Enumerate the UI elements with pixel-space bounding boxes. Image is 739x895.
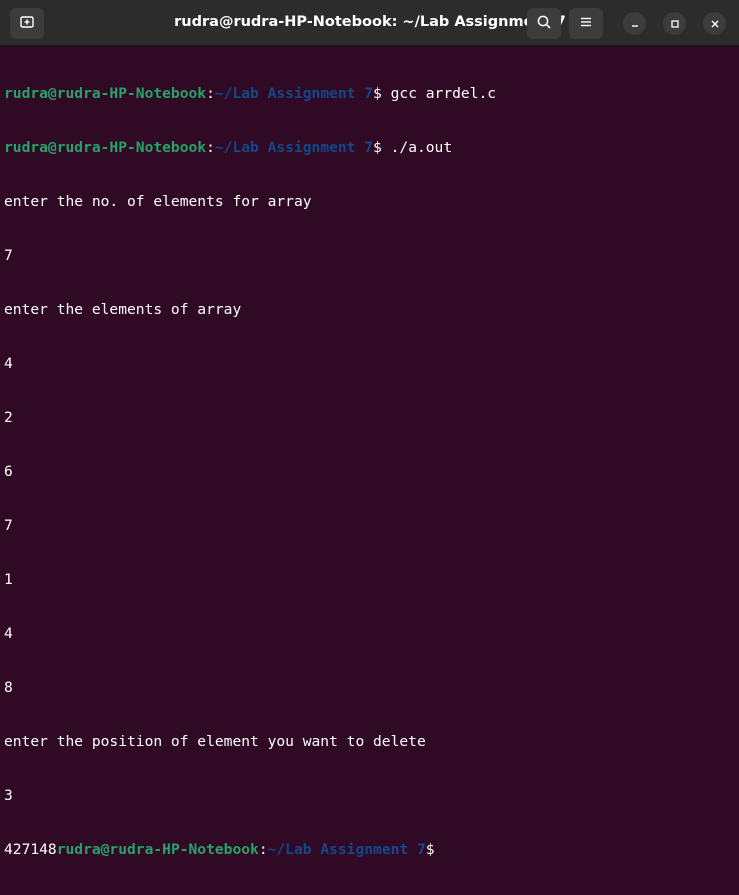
minimize-button[interactable] <box>623 12 646 35</box>
prompt-line: 427148rudra@rudra-HP-Notebook:~/Lab Assi… <box>4 841 739 859</box>
hamburger-menu-icon <box>579 14 593 33</box>
maximize-icon <box>670 14 680 33</box>
output-line: 7 <box>4 247 13 264</box>
output-line: 6 <box>4 463 13 480</box>
output-line: 1 <box>4 571 13 588</box>
terminal-area[interactable]: rudra@rudra-HP-Notebook:~/Lab Assignment… <box>0 47 739 858</box>
maximize-button[interactable] <box>663 12 686 35</box>
prompt-user: rudra@rudra-HP-Notebook <box>4 85 207 102</box>
new-tab-button[interactable] <box>10 8 44 39</box>
close-button[interactable] <box>703 12 726 35</box>
prompt-symbol: $ <box>425 841 435 858</box>
prompt-user: rudra@rudra-HP-Notebook <box>4 139 207 156</box>
terminal-window: rudra@rudra-HP-Notebook: ~/Lab Assignmen… <box>0 0 739 858</box>
prompt-user: rudra@rudra-HP-Notebook <box>56 841 259 858</box>
prompt-path: ~/Lab Assignment 7 <box>267 841 426 858</box>
prompt-path: ~/Lab Assignment 7 <box>214 85 374 102</box>
prompt-separator: : <box>206 85 215 102</box>
output-line: 2 <box>4 409 13 426</box>
program-output: 427148 <box>4 841 57 858</box>
output-line: enter the position of element you want t… <box>4 733 426 750</box>
minimize-icon <box>630 14 640 33</box>
prompt-line: rudra@rudra-HP-Notebook:~/Lab Assignment… <box>4 85 739 103</box>
close-icon <box>710 14 720 33</box>
prompt-line: rudra@rudra-HP-Notebook:~/Lab Assignment… <box>4 139 739 157</box>
prompt-separator: : <box>206 139 215 156</box>
command-text: gcc arrdel.c <box>390 85 497 102</box>
new-tab-icon <box>19 14 35 34</box>
prompt-symbol: $ <box>373 139 391 156</box>
output-line: 4 <box>4 625 13 642</box>
output-line: enter the elements of array <box>4 301 242 318</box>
title-bar: rudra@rudra-HP-Notebook: ~/Lab Assignmen… <box>0 0 739 46</box>
prompt-separator: : <box>258 841 268 858</box>
prompt-path: ~/Lab Assignment 7 <box>214 139 374 156</box>
search-icon <box>536 14 552 34</box>
output-line: 4 <box>4 355 13 372</box>
output-line: 3 <box>4 787 13 804</box>
output-line: 7 <box>4 517 13 534</box>
output-line: 8 <box>4 679 13 696</box>
prompt-symbol: $ <box>373 85 391 102</box>
search-button[interactable] <box>527 8 561 39</box>
menu-button[interactable] <box>569 8 603 39</box>
command-text: ./a.out <box>390 139 453 156</box>
output-line: enter the no. of elements for array <box>4 193 312 210</box>
